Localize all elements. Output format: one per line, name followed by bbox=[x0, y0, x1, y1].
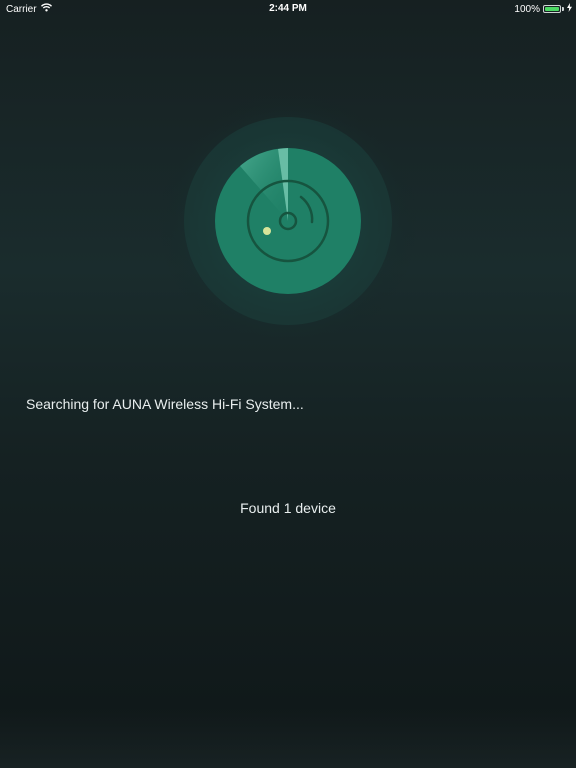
found-device-count-label: Found 1 device bbox=[240, 500, 336, 516]
charging-bolt-icon bbox=[567, 3, 572, 15]
battery-icon bbox=[543, 5, 561, 13]
radar-scanner bbox=[148, 91, 428, 351]
battery-fill bbox=[545, 7, 559, 11]
bottom-band bbox=[0, 708, 576, 768]
searching-status-label: Searching for AUNA Wireless Hi-Fi System… bbox=[26, 396, 304, 412]
radar-scanner-icon bbox=[158, 91, 418, 351]
found-device-dot bbox=[263, 227, 271, 235]
battery-tip bbox=[562, 7, 564, 11]
status-bar: Carrier 2:44 PM 100% bbox=[0, 0, 576, 18]
status-right: 100% bbox=[514, 3, 572, 15]
status-time: 2:44 PM bbox=[269, 3, 307, 14]
battery-percent: 100% bbox=[514, 3, 540, 15]
